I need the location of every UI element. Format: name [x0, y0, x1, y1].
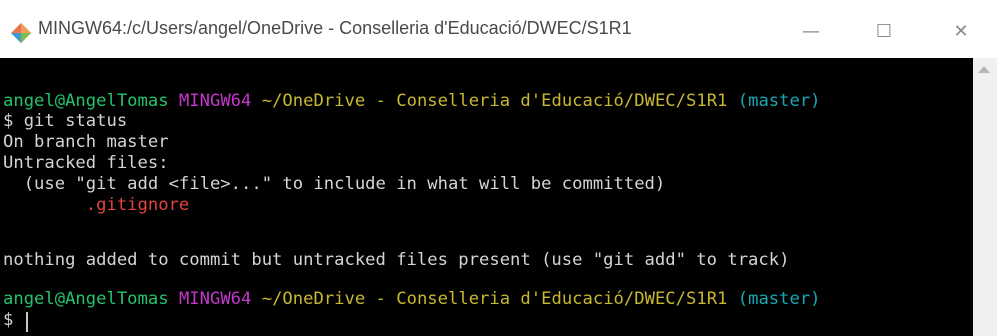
minimize-icon: —: [802, 20, 820, 42]
maximize-icon: ☐: [875, 20, 893, 42]
output-line: nothing added to commit but untracked fi…: [3, 250, 790, 270]
git-bash-icon: [11, 23, 31, 43]
close-button[interactable]: ✕: [938, 14, 984, 48]
prompt-path: ~/OneDrive - Conselleria d'Educació/DWEC…: [261, 91, 728, 111]
prompt-branch: (master): [737, 91, 821, 111]
vertical-scrollbar[interactable]: [973, 58, 997, 336]
prompt-path: ~/OneDrive - Conselleria d'Educació/DWEC…: [261, 289, 728, 309]
title-bar[interactable]: MINGW64:/c/Users/angel/OneDrive - Consel…: [0, 0, 997, 58]
prompt-env: MINGW64: [178, 91, 252, 111]
terminal-window: MINGW64:/c/Users/angel/OneDrive - Consel…: [0, 0, 997, 336]
prompt-user: angel@AngelTomas: [3, 289, 169, 309]
input-prompt: $: [3, 310, 14, 330]
maximize-button[interactable]: ☐: [861, 14, 907, 48]
prompt-line: angel@AngelTomas MINGW64 ~/OneDrive - Co…: [3, 286, 821, 312]
prompt-env: MINGW64: [178, 289, 252, 309]
prompt-branch: (master): [737, 289, 821, 309]
scroll-up-arrow-icon[interactable]: [978, 66, 990, 73]
window-title: MINGW64:/c/Users/angel/OneDrive - Consel…: [38, 18, 632, 38]
text-cursor: [26, 312, 28, 332]
close-icon: ✕: [953, 20, 969, 42]
untracked-file-line: .gitignore: [3, 195, 190, 215]
minimize-button[interactable]: —: [788, 14, 834, 48]
